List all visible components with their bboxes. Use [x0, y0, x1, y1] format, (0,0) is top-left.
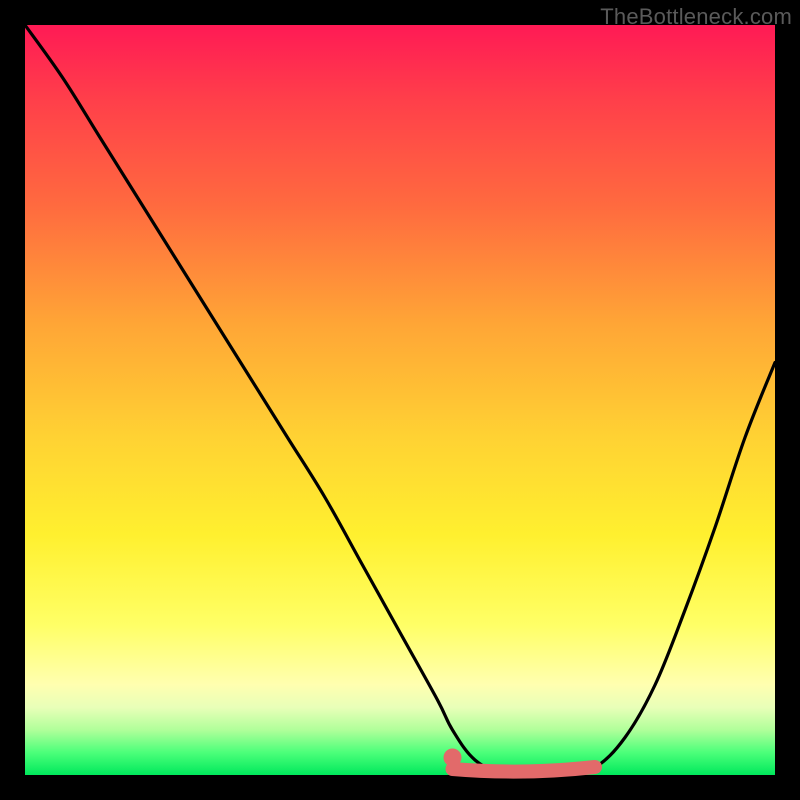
floor-segment	[453, 767, 596, 772]
curve-layer	[25, 25, 775, 775]
floor-start-dot	[444, 749, 462, 767]
bottleneck-curve	[25, 25, 775, 776]
chart-frame: TheBottleneck.com	[0, 0, 800, 800]
watermark-text: TheBottleneck.com	[600, 4, 792, 30]
